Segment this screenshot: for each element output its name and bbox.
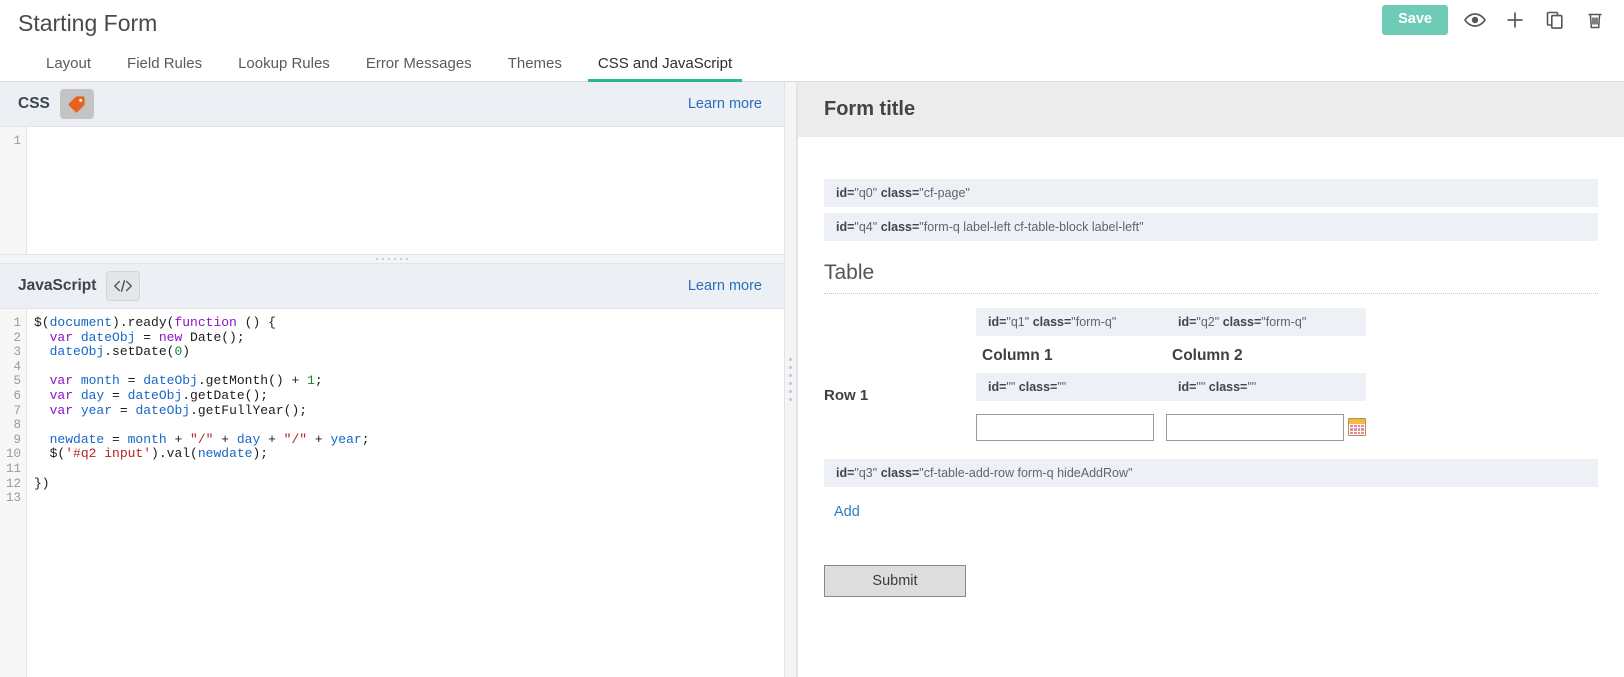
row-1-column-2-cell: id="" class=""	[1166, 373, 1366, 441]
javascript-learn-more-link[interactable]: Learn more	[688, 278, 766, 294]
editor-horizontal-resize-handle[interactable]	[0, 254, 784, 264]
column-1-meta-badge: id="q1" class="form-q"	[976, 308, 1166, 336]
col1-class-value: "form-q"	[1071, 315, 1116, 329]
tab-themes[interactable]: Themes	[490, 46, 580, 81]
r1c1-class-value: ""	[1057, 380, 1066, 394]
page-class-key: class=	[881, 186, 920, 200]
row-1-column-1-cell: id="" class=""	[976, 373, 1166, 441]
javascript-editor-block: JavaScript Learn more 1 2 3 4 5 6 7 8 9 …	[0, 264, 784, 677]
table-block-meta-badge: id="q4" class="form-q label-left cf-tabl…	[824, 213, 1598, 241]
add-icon[interactable]	[1502, 7, 1528, 33]
javascript-editor-header: JavaScript Learn more	[0, 264, 784, 309]
grip-dots-vertical-icon	[789, 358, 792, 401]
table-block-id-key: id=	[836, 220, 854, 234]
r1c2-class-key: class=	[1209, 380, 1248, 394]
tab-lookup-rules[interactable]: Lookup Rules	[220, 46, 348, 81]
r1c1-id-key: id=	[988, 380, 1006, 394]
column-1-label: Column 1	[976, 342, 1166, 373]
tab-layout[interactable]: Layout	[28, 46, 109, 81]
col1-class-key: class=	[1033, 315, 1072, 329]
submit-button-wrapper: Submit	[824, 521, 1598, 597]
app-header: Starting Form Save	[0, 0, 1624, 46]
row-1-col-1-meta-badge: id="" class=""	[976, 373, 1166, 401]
css-editor-header: CSS Learn more	[0, 82, 784, 127]
table-block-id-value: "q4"	[854, 220, 880, 234]
form-preview-panel: Form title id="q0" class="cf-page" id="q…	[797, 82, 1624, 677]
table-filler-cell	[1366, 308, 1598, 373]
table-row: Row 1 id="" class="" id="" class=""	[824, 373, 1598, 441]
table-block-class-value: "form-q label-left cf-table-block label-…	[919, 220, 1143, 234]
addrow-class-value: "cf-table-add-row form-q hideAddRow"	[919, 466, 1132, 480]
css-code-text[interactable]	[27, 127, 784, 254]
form-table: id="q1" class="form-q" Column 1 id="q2" …	[824, 308, 1598, 441]
table-header-row: id="q1" class="form-q" Column 1 id="q2" …	[824, 308, 1598, 373]
javascript-code-area[interactable]: 1 2 3 4 5 6 7 8 9 10 11 12 13 $(document…	[0, 309, 784, 677]
row-1-col-2-meta-badge: id="" class=""	[1166, 373, 1366, 401]
r1c2-id-key: id=	[1178, 380, 1196, 394]
addrow-id-value: "q3"	[854, 466, 880, 480]
css-lang-label: CSS	[18, 95, 50, 113]
table-filler-cell-2	[1366, 373, 1598, 441]
css-learn-more-link[interactable]: Learn more	[688, 96, 766, 112]
table-divider	[824, 293, 1598, 294]
css-code-area[interactable]: 1	[0, 127, 784, 254]
tab-bar: Layout Field Rules Lookup Rules Error Me…	[0, 46, 1624, 82]
row-1-label: Row 1	[824, 373, 976, 404]
add-row-link[interactable]: Add	[824, 493, 860, 520]
table-corner-cell	[824, 308, 976, 373]
page-id-value: "q0"	[854, 186, 880, 200]
main-split: CSS Learn more 1 J	[0, 82, 1624, 677]
form-preview-body: id="q0" class="cf-page" id="q4" class="f…	[798, 137, 1624, 597]
column-2-meta-badge: id="q2" class="form-q"	[1166, 308, 1366, 336]
addrow-id-key: id=	[836, 466, 854, 480]
code-icon	[106, 271, 140, 301]
javascript-line-numbers: 1 2 3 4 5 6 7 8 9 10 11 12 13	[0, 309, 27, 677]
calendar-icon[interactable]	[1348, 418, 1366, 436]
page-title: Starting Form	[18, 12, 157, 35]
tab-field-rules[interactable]: Field Rules	[109, 46, 220, 81]
add-row-meta-badge: id="q3" class="cf-table-add-row form-q h…	[824, 459, 1598, 487]
css-editor-block: CSS Learn more 1	[0, 82, 784, 254]
editor-column: CSS Learn more 1 J	[0, 82, 784, 677]
tag-icon	[60, 89, 94, 119]
panel-vertical-resize-handle[interactable]	[784, 82, 797, 677]
copy-icon[interactable]	[1542, 7, 1568, 33]
row-1-column-1-input[interactable]	[976, 414, 1154, 441]
col2-id-key: id=	[1178, 315, 1196, 329]
header-actions: Save	[1382, 5, 1608, 35]
delete-icon[interactable]	[1582, 7, 1608, 33]
page-meta-badge: id="q0" class="cf-page"	[824, 179, 1598, 207]
column-2-header-cell: id="q2" class="form-q" Column 2	[1166, 308, 1366, 373]
r1c2-id-value: ""	[1196, 380, 1208, 394]
table-heading: Table	[824, 247, 1598, 293]
css-line-numbers: 1	[0, 127, 27, 254]
grip-dots-icon	[376, 258, 408, 260]
row-1-column-2-input[interactable]	[1166, 414, 1344, 441]
submit-button[interactable]: Submit	[824, 565, 966, 597]
col2-class-key: class=	[1223, 315, 1262, 329]
javascript-lang-label: JavaScript	[18, 277, 96, 295]
row-1-label-cell: Row 1	[824, 373, 976, 441]
addrow-class-key: class=	[881, 466, 920, 480]
page-class-value: "cf-page"	[919, 186, 970, 200]
table-block-class-key: class=	[881, 220, 920, 234]
form-title: Form title	[798, 82, 1624, 137]
col2-id-value: "q2"	[1196, 315, 1222, 329]
page-id-key: id=	[836, 186, 854, 200]
save-button[interactable]: Save	[1382, 5, 1448, 35]
r1c2-class-value: ""	[1247, 380, 1256, 394]
r1c1-class-key: class=	[1019, 380, 1058, 394]
tab-error-messages[interactable]: Error Messages	[348, 46, 490, 81]
javascript-code-text[interactable]: $(document).ready(function () { var date…	[27, 309, 784, 677]
preview-icon[interactable]	[1462, 7, 1488, 33]
tab-css-and-javascript[interactable]: CSS and JavaScript	[580, 46, 750, 81]
r1c1-id-value: ""	[1006, 380, 1018, 394]
column-1-header-cell: id="q1" class="form-q" Column 1	[976, 308, 1166, 373]
col2-class-value: "form-q"	[1261, 315, 1306, 329]
col1-id-value: "q1"	[1006, 315, 1032, 329]
column-2-label: Column 2	[1166, 342, 1366, 373]
col1-id-key: id=	[988, 315, 1006, 329]
